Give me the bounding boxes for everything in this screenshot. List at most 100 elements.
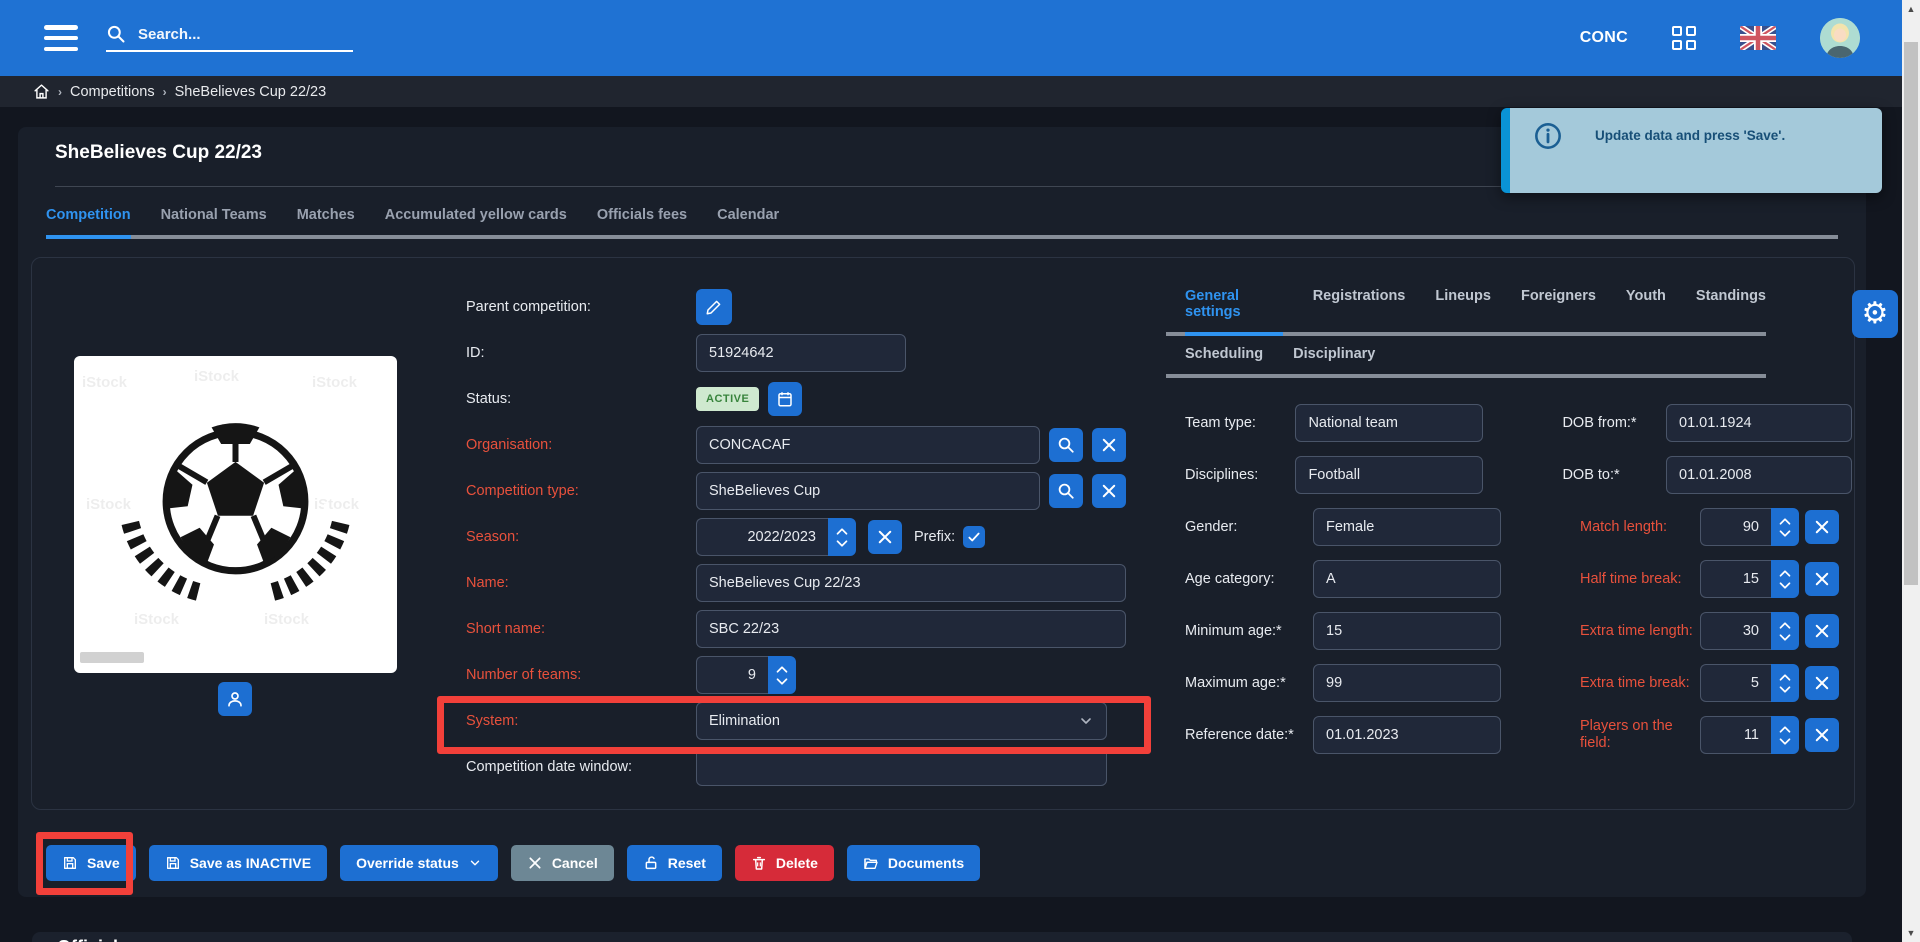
override-status-button[interactable]: Override status — [340, 845, 498, 881]
competition-type-clear-button[interactable] — [1092, 474, 1126, 508]
dob-to-label: DOB to:* — [1562, 467, 1666, 484]
page-scrollbar[interactable]: ▲ ▼ — [1902, 0, 1920, 942]
extra-time-length-field[interactable] — [1700, 612, 1771, 650]
match-length-field[interactable] — [1700, 508, 1771, 546]
tab-standings[interactable]: Standings — [1696, 288, 1766, 332]
stock-credit-watermark — [80, 652, 144, 663]
save-button[interactable]: Save — [46, 845, 136, 881]
breadcrumb: › Competitions › SheBelieves Cup 22/23 — [0, 76, 1920, 107]
season-clear-button[interactable] — [868, 520, 902, 554]
breadcrumb-item-competitions[interactable]: Competitions — [70, 84, 155, 100]
team-type-field[interactable] — [1295, 404, 1483, 442]
half-time-break-stepper[interactable] — [1771, 560, 1799, 598]
person-icon — [226, 690, 244, 708]
organisation-field[interactable] — [696, 426, 1040, 464]
minimum-age-label: Minimum age:* — [1185, 623, 1313, 639]
tab-scheduling[interactable]: Scheduling — [1185, 346, 1263, 374]
date-window-field[interactable] — [696, 748, 1107, 786]
chevron-up-icon — [1778, 725, 1792, 734]
tab-matches[interactable]: Matches — [297, 207, 355, 235]
half-time-break-field[interactable] — [1700, 560, 1771, 598]
system-select[interactable]: Elimination — [696, 702, 1107, 740]
gender-field[interactable] — [1313, 508, 1501, 546]
age-category-field[interactable] — [1313, 560, 1501, 598]
dob-from-field[interactable] — [1666, 404, 1852, 442]
short-name-label: Short name: — [466, 621, 696, 637]
tab-registrations[interactable]: Registrations — [1313, 288, 1406, 332]
hamburger-menu-icon[interactable] — [44, 25, 78, 51]
language-flag-uk[interactable] — [1740, 26, 1776, 50]
settings-row-5: Minimum age:* Extra time length: — [1185, 612, 1852, 650]
minimum-age-field[interactable] — [1313, 612, 1501, 650]
home-icon[interactable] — [33, 83, 50, 100]
save-icon — [62, 855, 78, 871]
documents-button[interactable]: Documents — [847, 845, 980, 881]
scrollbar-thumb[interactable] — [1904, 42, 1918, 585]
short-name-field[interactable] — [696, 610, 1126, 648]
extra-time-break-field[interactable] — [1700, 664, 1771, 702]
edit-parent-competition-button[interactable] — [696, 289, 732, 325]
chevron-up-icon — [1778, 569, 1792, 578]
tab-calendar[interactable]: Calendar — [717, 207, 779, 235]
chevron-down-icon — [1778, 529, 1792, 538]
reference-date-field[interactable] — [1313, 716, 1501, 754]
assign-person-button[interactable] — [218, 682, 252, 716]
breadcrumb-item-current[interactable]: SheBelieves Cup 22/23 — [175, 84, 327, 100]
close-icon — [876, 528, 894, 546]
save-as-inactive-button[interactable]: Save as INACTIVE — [149, 845, 327, 881]
delete-button[interactable]: Delete — [735, 845, 834, 881]
competition-type-field[interactable] — [696, 472, 1040, 510]
prefix-checkbox[interactable] — [963, 526, 985, 548]
tab-lineups[interactable]: Lineups — [1435, 288, 1491, 332]
tab-disciplinary[interactable]: Disciplinary — [1293, 346, 1375, 374]
players-on-field-stepper[interactable] — [1771, 716, 1799, 754]
close-icon — [1100, 436, 1118, 454]
info-toast[interactable]: Update data and press 'Save'. — [1501, 108, 1882, 193]
settings-row-3: Gender: Match length: — [1185, 508, 1852, 546]
user-avatar[interactable] — [1820, 18, 1860, 58]
season-field[interactable] — [696, 518, 828, 556]
players-on-field-clear-button[interactable] — [1805, 718, 1839, 752]
close-icon — [1813, 570, 1831, 588]
competition-type-search-button[interactable] — [1049, 474, 1083, 508]
organisation-search-button[interactable] — [1049, 428, 1083, 462]
dob-to-field[interactable] — [1666, 456, 1852, 494]
close-icon — [1813, 518, 1831, 536]
season-stepper[interactable] — [828, 518, 856, 556]
reset-button[interactable]: Reset — [627, 845, 722, 881]
scrollbar-down-arrow[interactable]: ▼ — [1902, 924, 1920, 942]
form-row-id: ID: — [466, 334, 1182, 372]
tab-national-teams[interactable]: National Teams — [161, 207, 267, 235]
tab-accumulated-yellow-cards[interactable]: Accumulated yellow cards — [385, 207, 567, 235]
extra-time-length-stepper[interactable] — [1771, 612, 1799, 650]
maximum-age-field[interactable] — [1313, 664, 1501, 702]
match-length-stepper[interactable] — [1771, 508, 1799, 546]
extra-time-break-stepper[interactable] — [1771, 664, 1799, 702]
tab-foreigners[interactable]: Foreigners — [1521, 288, 1596, 332]
match-length-clear-button[interactable] — [1805, 510, 1839, 544]
number-of-teams-field[interactable] — [696, 656, 768, 694]
system-select-value: Elimination — [709, 713, 780, 729]
extra-time-length-clear-button[interactable] — [1805, 614, 1839, 648]
tab-officials-fees[interactable]: Officials fees — [597, 207, 687, 235]
chevron-down-icon — [1778, 737, 1792, 746]
half-time-break-clear-button[interactable] — [1805, 562, 1839, 596]
id-field[interactable] — [696, 334, 906, 372]
apps-grid-icon[interactable] — [1672, 26, 1696, 50]
tab-general-settings[interactable]: General settings — [1185, 288, 1283, 336]
search-input[interactable] — [136, 25, 330, 44]
cancel-button[interactable]: Cancel — [511, 845, 614, 881]
tab-competition[interactable]: Competition — [46, 207, 131, 239]
organisation-clear-button[interactable] — [1092, 428, 1126, 462]
status-history-button[interactable] — [768, 382, 802, 416]
number-of-teams-stepper[interactable] — [768, 656, 796, 694]
scrollbar-up-arrow[interactable]: ▲ — [1902, 0, 1920, 18]
page-title: SheBelieves Cup 22/23 — [55, 142, 262, 164]
disciplines-field[interactable] — [1295, 456, 1483, 494]
panel-settings-button[interactable]: ⚙ — [1852, 290, 1898, 338]
organisation-code[interactable]: CONC — [1580, 29, 1628, 47]
tab-youth[interactable]: Youth — [1626, 288, 1666, 332]
players-on-field-field[interactable] — [1700, 716, 1771, 754]
extra-time-break-clear-button[interactable] — [1805, 666, 1839, 700]
name-field[interactable] — [696, 564, 1126, 602]
